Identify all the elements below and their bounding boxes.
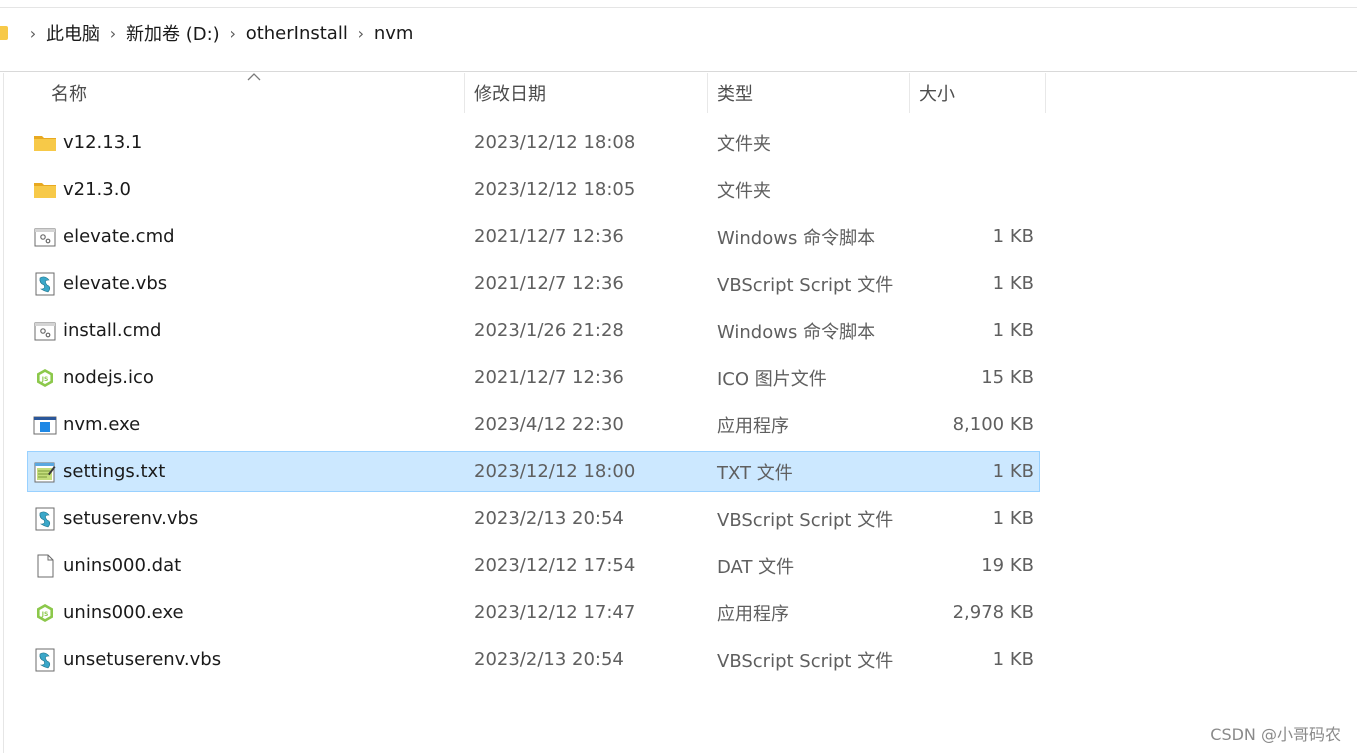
vbscript-icon [33, 499, 57, 538]
file-type: 文件夹 [717, 180, 771, 202]
file-type: 应用程序 [717, 415, 789, 437]
nodejs-icon [33, 358, 57, 397]
column-header-label: 修改日期 [474, 84, 546, 105]
file-size: 19 KB [981, 555, 1034, 576]
file-date: 2023/12/12 17:47 [474, 602, 636, 623]
file-name: unins000.dat [63, 555, 182, 576]
file-size: 15 KB [981, 367, 1034, 388]
exe-window-icon [33, 405, 57, 444]
file-name: unins000.exe [63, 602, 184, 623]
pane-divider [3, 73, 4, 753]
file-type: DAT 文件 [717, 556, 795, 578]
file-row[interactable]: nvm.exe 2023/4/12 22:30 应用程序 8,100 KB [27, 404, 1040, 445]
file-row[interactable]: v21.3.0 2023/12/12 18:05 文件夹 [27, 169, 1040, 210]
nodejs-icon [33, 593, 57, 632]
file-row[interactable]: settings.txt 2023/12/12 18:00 TXT 文件 1 KB [27, 451, 1040, 492]
file-date: 2023/12/12 17:54 [474, 555, 636, 576]
cmd-script-icon [33, 311, 57, 350]
file-date: 2021/12/7 12:36 [474, 273, 624, 294]
file-size: 1 KB [992, 649, 1034, 670]
file-type: 应用程序 [717, 603, 789, 625]
file-row[interactable]: elevate.vbs 2021/12/7 12:36 VBScript Scrip… [27, 263, 1040, 304]
file-name: setuserenv.vbs [63, 508, 199, 529]
column-header-size[interactable]: 大小 [910, 73, 1046, 113]
file-name: settings.txt [63, 461, 166, 482]
sort-ascending-icon [247, 73, 261, 81]
folder-icon [0, 26, 8, 40]
file-type: VBScript Script 文件 [717, 650, 894, 672]
folder-icon [33, 170, 57, 209]
file-size: 2,978 KB [952, 602, 1034, 623]
notepad-icon [33, 452, 57, 491]
file-row[interactable]: unsetuserenv.vbs 2023/2/13 20:54 VBScript … [27, 639, 1040, 680]
breadcrumb: › 此电脑 › 新加卷 (D:) › otherInstall › nvm [0, 21, 413, 45]
chevron-right-icon[interactable]: › [348, 24, 374, 43]
chevron-right-icon[interactable]: › [100, 24, 126, 43]
column-header-type[interactable]: 类型 [708, 73, 910, 113]
file-name: v21.3.0 [63, 179, 131, 200]
column-header-row: 名称 修改日期 类型 大小 [0, 73, 1046, 113]
file-size: 1 KB [992, 226, 1034, 247]
file-name: elevate.cmd [63, 226, 175, 247]
breadcrumb-item[interactable]: nvm [374, 23, 414, 44]
column-header-label: 名称 [51, 84, 87, 105]
file-name: nvm.exe [63, 414, 141, 435]
file-name: v12.13.1 [63, 132, 143, 153]
file-type: TXT 文件 [717, 462, 793, 484]
breadcrumb-item[interactable]: 此电脑 [46, 20, 100, 46]
file-date: 2023/12/12 18:05 [474, 179, 636, 200]
breadcrumb-item[interactable]: otherInstall [246, 23, 348, 44]
file-row[interactable]: nodejs.ico 2021/12/7 12:36 ICO 图片文件 15 KB [27, 357, 1040, 398]
file-size [908, 123, 1034, 162]
file-size: 1 KB [992, 461, 1034, 482]
file-name: nodejs.ico [63, 367, 154, 388]
file-date: 2023/2/13 20:54 [474, 649, 624, 670]
file-type: Windows 命令脚本 [717, 321, 876, 343]
column-header-date[interactable]: 修改日期 [465, 73, 708, 113]
vbscript-icon [33, 264, 57, 303]
column-header-name[interactable]: 名称 [0, 73, 465, 113]
breadcrumb-item[interactable]: 新加卷 (D:) [126, 20, 220, 46]
folder-icon [33, 123, 57, 162]
file-date: 2023/2/13 20:54 [474, 508, 624, 529]
file-type: 文件夹 [717, 133, 771, 155]
file-date: 2021/12/7 12:36 [474, 226, 624, 247]
file-row[interactable]: install.cmd 2023/1/26 21:28 Windows 命令脚本 1 … [27, 310, 1040, 351]
file-date: 2023/1/26 21:28 [474, 320, 624, 341]
chevron-right-icon[interactable]: › [220, 24, 246, 43]
file-row[interactable]: unins000.dat 2023/12/12 17:54 DAT 文件 19 KB [27, 545, 1040, 586]
file-row[interactable]: setuserenv.vbs 2023/2/13 20:54 VBScript Sc… [27, 498, 1040, 539]
file-row[interactable]: elevate.cmd 2021/12/7 12:36 Windows 命令脚本 1 … [27, 216, 1040, 257]
file-date: 2021/12/7 12:36 [474, 367, 624, 388]
file-type: Windows 命令脚本 [717, 227, 876, 249]
file-size: 8,100 KB [952, 414, 1034, 435]
column-header-label: 类型 [717, 84, 753, 105]
vbscript-icon [33, 640, 57, 679]
file-size [908, 170, 1034, 209]
file-date: 2023/12/12 18:08 [474, 132, 636, 153]
file-type: VBScript Script 文件 [717, 274, 894, 296]
file-size: 1 KB [992, 320, 1034, 341]
file-date: 2023/4/12 22:30 [474, 414, 624, 435]
file-name: elevate.vbs [63, 273, 168, 294]
chevron-right-icon[interactable]: › [20, 24, 46, 43]
column-header-label: 大小 [919, 84, 955, 105]
file-name: install.cmd [63, 320, 162, 341]
address-bar[interactable]: › 此电脑 › 新加卷 (D:) › otherInstall › nvm [0, 9, 1357, 72]
watermark: CSDN @小哥码农 [1210, 725, 1341, 744]
file-name: unsetuserenv.vbs [63, 649, 222, 670]
file-row[interactable]: unins000.exe 2023/12/12 17:47 应用程序 2,978 KB [27, 592, 1040, 633]
file-date: 2023/12/12 18:00 [474, 461, 636, 482]
file-type: VBScript Script 文件 [717, 509, 894, 531]
cmd-script-icon [33, 217, 57, 256]
file-row[interactable]: v12.13.1 2023/12/12 18:08 文件夹 [27, 122, 1040, 163]
file-size: 1 KB [992, 508, 1034, 529]
file-type: ICO 图片文件 [717, 368, 827, 390]
file-size: 1 KB [992, 273, 1034, 294]
window-top-edge [0, 0, 1357, 8]
blank-file-icon [33, 546, 57, 585]
